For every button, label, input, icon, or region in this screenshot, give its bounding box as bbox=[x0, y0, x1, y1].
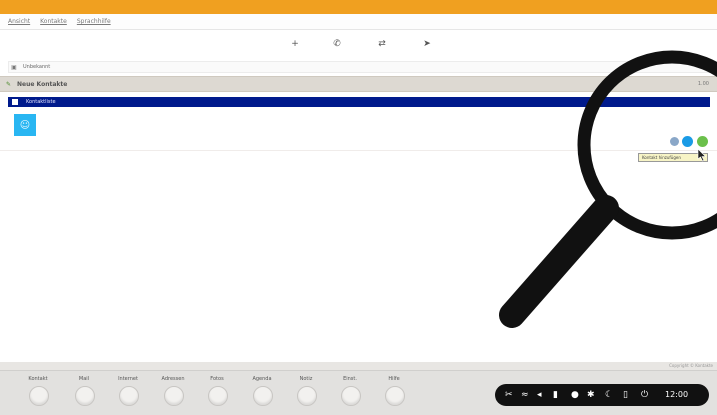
action-edit-icon[interactable] bbox=[682, 136, 693, 147]
settings-icon[interactable]: ✱ bbox=[587, 389, 595, 401]
globe-icon bbox=[119, 386, 139, 406]
help-icon bbox=[385, 386, 405, 406]
transfer-icon[interactable]: ⇄ bbox=[375, 37, 389, 51]
dock-label: Internet bbox=[118, 376, 138, 382]
dock-item-addresses[interactable]: Adressen bbox=[155, 376, 191, 410]
note-icon bbox=[297, 386, 317, 406]
contacts-folder-icon: ✎ bbox=[6, 80, 12, 88]
dock-label: Adressen bbox=[161, 376, 185, 382]
menu-item-view[interactable]: Ansicht bbox=[8, 18, 30, 25]
contact-tile[interactable]: ☺ bbox=[14, 114, 36, 136]
mail-icon bbox=[75, 386, 95, 406]
dock-item-agenda[interactable]: Agenda bbox=[244, 376, 280, 410]
dock-label: Einst. bbox=[343, 376, 357, 382]
dock-item-photos[interactable]: Fotos bbox=[199, 376, 235, 410]
dock-item-notes[interactable]: Notiz bbox=[288, 376, 324, 410]
dock-label: Hilfe bbox=[388, 376, 400, 382]
call-icon[interactable]: ✆ bbox=[330, 37, 344, 51]
section-title: Neue Kontakte bbox=[17, 80, 68, 88]
dock-label: Fotos bbox=[210, 376, 224, 382]
dock-label: Kontakt bbox=[28, 376, 48, 382]
battery-icon[interactable]: ▮ bbox=[553, 389, 558, 401]
dock-item-mail[interactable]: Mail bbox=[66, 376, 102, 410]
record-icon[interactable]: ● bbox=[571, 389, 579, 401]
section-right-text: 1.00 bbox=[697, 81, 709, 87]
top-accent-bar bbox=[0, 0, 717, 14]
action-info-icon[interactable] bbox=[670, 137, 679, 146]
footer-strip: Copyright © Kontakte bbox=[0, 362, 717, 370]
dock-label: Agenda bbox=[252, 376, 272, 382]
dock-item-settings[interactable]: Einst. bbox=[332, 376, 368, 410]
power-icon[interactable]: ⏻ bbox=[641, 389, 648, 401]
row-icon bbox=[12, 99, 18, 105]
system-tray: ✂ ≈ ◂ ▮ ● ✱ ☾ ▯ ⏻ 12:00 bbox=[495, 384, 709, 406]
menu-bar: Ansicht Kontakte Sprachhilfe bbox=[0, 14, 717, 30]
photo-icon bbox=[208, 386, 228, 406]
add-contact-icon[interactable]: + bbox=[288, 37, 302, 51]
selected-row[interactable]: Kontaktliste bbox=[8, 97, 710, 107]
address-field[interactable]: ▣ Unbekannt bbox=[8, 61, 710, 73]
address-book-icon bbox=[164, 386, 184, 406]
action-add-icon[interactable] bbox=[697, 136, 708, 147]
dock-item-contact[interactable]: Kontakt bbox=[20, 376, 56, 410]
row-divider bbox=[0, 150, 717, 151]
calendar-icon bbox=[253, 386, 273, 406]
menu-item-language[interactable]: Sprachhilfe bbox=[77, 18, 111, 25]
trash-icon[interactable]: ▯ bbox=[623, 389, 628, 401]
menu-item-contacts[interactable]: Kontakte bbox=[40, 18, 67, 25]
tools-icon[interactable]: ✂ bbox=[505, 389, 513, 401]
contact-icon bbox=[29, 386, 49, 406]
dock-item-internet[interactable]: Internet bbox=[110, 376, 146, 410]
gear-icon bbox=[341, 386, 361, 406]
dock-item-help[interactable]: Hilfe bbox=[376, 376, 412, 410]
dock-label: Notiz bbox=[299, 376, 313, 382]
night-icon[interactable]: ☾ bbox=[605, 389, 613, 401]
selected-row-label: Kontaktliste bbox=[26, 99, 56, 105]
section-header: ✎ Neue Kontakte 1.00 bbox=[0, 76, 717, 92]
mouse-cursor-icon bbox=[697, 148, 707, 162]
clock: 12:00 bbox=[665, 390, 689, 399]
user-icon: ▣ bbox=[11, 63, 17, 71]
wifi-icon[interactable]: ≈ bbox=[521, 389, 529, 401]
volume-icon[interactable]: ◂ bbox=[537, 389, 542, 401]
footer-copyright: Copyright © Kontakte bbox=[669, 363, 713, 368]
address-value: Unbekannt bbox=[23, 64, 51, 70]
pointer-icon[interactable]: ➤ bbox=[420, 37, 434, 51]
dock-label: Mail bbox=[78, 376, 90, 382]
contact-avatar-icon: ☺ bbox=[19, 119, 31, 131]
toolbar: + ✆ ⇄ ➤ bbox=[0, 31, 717, 59]
